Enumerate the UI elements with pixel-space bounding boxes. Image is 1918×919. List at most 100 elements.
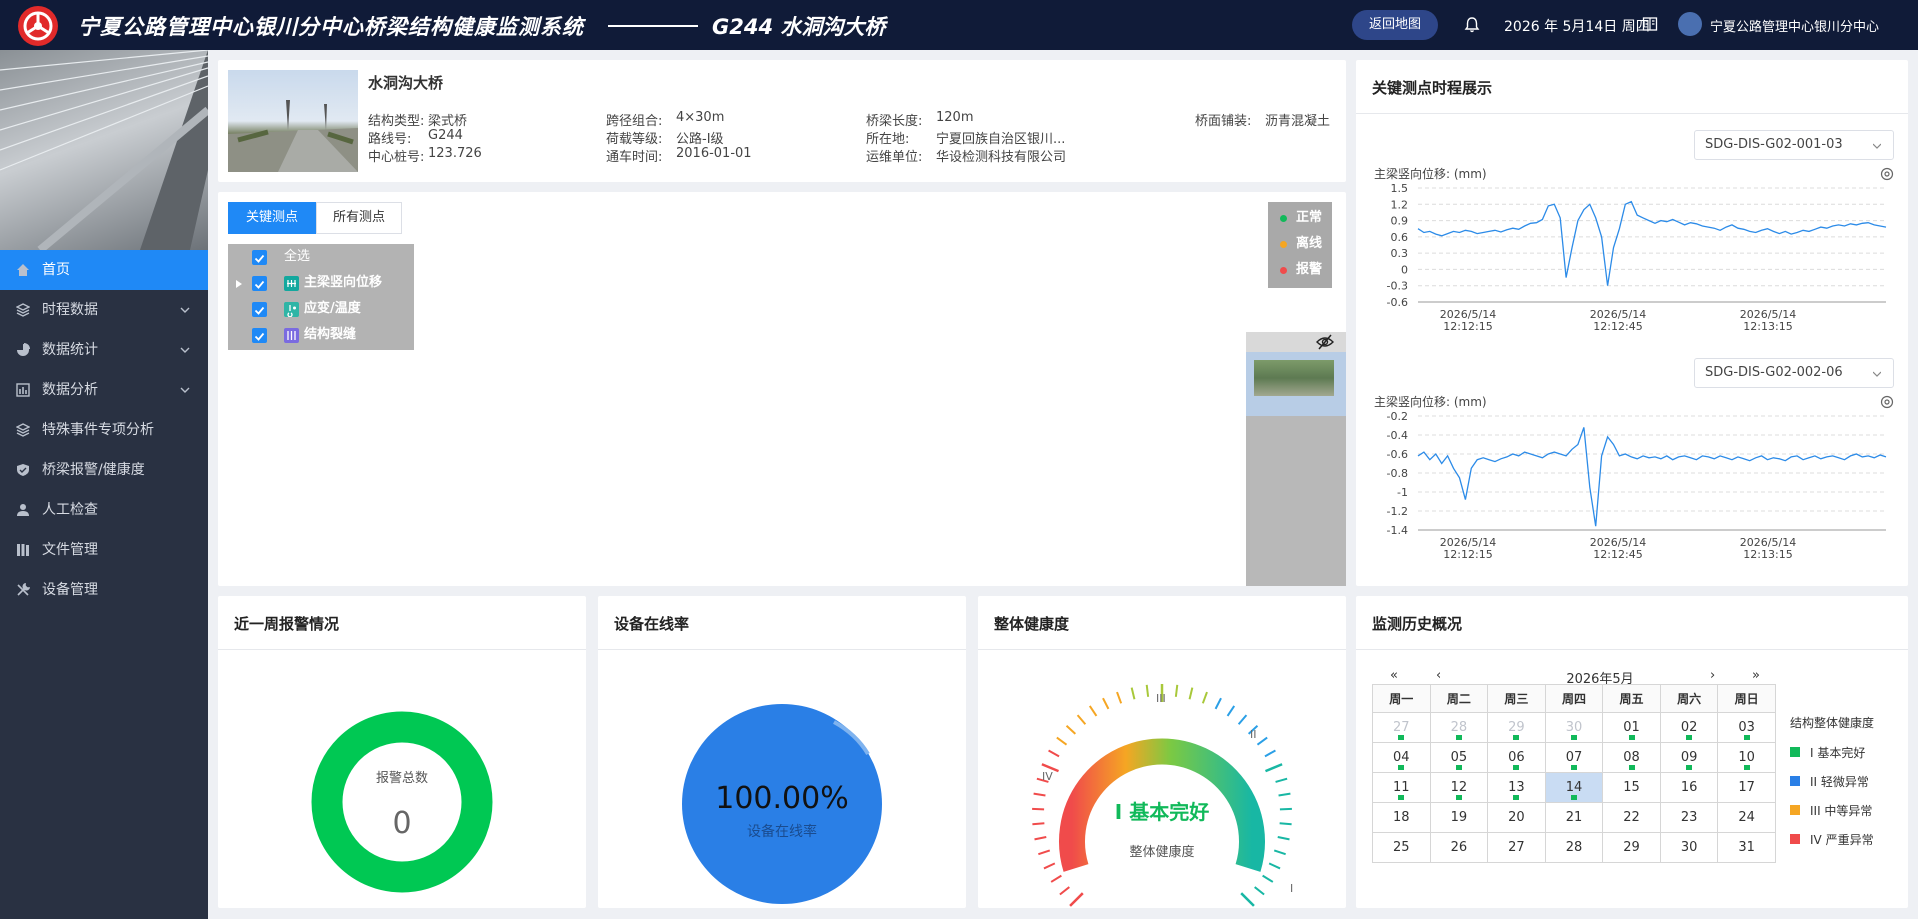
calendar-day[interactable]: 30 [1544, 712, 1604, 743]
calendar-day[interactable]: 18 [1372, 802, 1431, 833]
y-tick-label: -0.6 [1387, 448, 1408, 461]
calendar-day[interactable]: 26 [1429, 832, 1489, 863]
checkbox-checked-icon[interactable] [252, 250, 267, 265]
calendar-day[interactable]: 11 [1372, 772, 1431, 803]
calendar-day[interactable]: 10 [1717, 742, 1776, 773]
next-month-button[interactable]: › [1710, 668, 1715, 683]
tools-icon [17, 583, 30, 596]
calendar-day[interactable]: 04 [1372, 742, 1431, 773]
calendar-day[interactable]: 02 [1659, 712, 1719, 743]
book-icon[interactable] [1642, 16, 1658, 32]
sensor-select-1[interactable]: SDG-DIS-G02-001-03 [1694, 130, 1894, 160]
gauge-tick [1069, 892, 1084, 907]
calendar-day[interactable]: 17 [1717, 772, 1776, 803]
displacement-chart-2: -0.2 -0.4 -0.6 -0.8 -1 -1.2 -1.4 2026/5/14 12:12… [1387, 410, 1887, 558]
calendar-day[interactable]: 31 [1717, 832, 1776, 863]
calendar-day[interactable]: 09 [1659, 742, 1719, 773]
online-label: 设备在线率 [747, 823, 817, 840]
prev-month-button[interactable]: ‹ [1436, 668, 1441, 683]
system-title: 宁夏公路管理中心银川分中心桥梁结构健康监测系统 [78, 15, 584, 39]
y-tick-label: 0.3 [1391, 247, 1409, 260]
sensor-select-2[interactable]: SDG-DIS-G02-002-06 [1694, 358, 1894, 388]
eye-off-icon[interactable] [1316, 334, 1334, 350]
gauge-tick [1130, 687, 1136, 700]
calendar-day[interactable]: 25 [1372, 832, 1431, 863]
calendar-day[interactable]: 06 [1487, 742, 1546, 773]
next-year-button[interactable]: » [1752, 668, 1760, 683]
sidebar-item-3[interactable]: 数据统计 [0, 330, 208, 370]
calendar-day[interactable]: 29 [1602, 832, 1661, 863]
calendar-day[interactable]: 28 [1429, 712, 1489, 743]
gauge-tick [1277, 836, 1290, 841]
calendar-day[interactable]: 30 [1659, 832, 1719, 863]
calendar-day[interactable]: 14 [1544, 772, 1604, 803]
tab-key-points[interactable]: 关键测点 [228, 202, 316, 234]
settings-icon[interactable] [1880, 395, 1894, 409]
checkbox-checked-icon[interactable] [252, 276, 267, 291]
sidebar-item-9[interactable]: 设备管理 [0, 570, 208, 610]
prev-year-button[interactable]: « [1390, 668, 1398, 683]
top-header: 宁夏公路管理中心银川分中心桥梁结构健康监测系统 G244 水洞沟大桥 返回地图 … [0, 0, 1918, 50]
bell-icon[interactable] [1462, 15, 1482, 35]
calendar-day[interactable]: 19 [1429, 802, 1489, 833]
tree-select-all[interactable]: 全选 [228, 244, 414, 270]
info-value: 2016-01-01 [676, 146, 752, 161]
calendar-day[interactable]: 05 [1429, 742, 1489, 773]
chevron-down-icon [1873, 143, 1881, 149]
calendar-day[interactable]: 27 [1372, 712, 1431, 743]
sidebar-item-1[interactable]: 首页 [0, 250, 208, 290]
calendar-day[interactable]: 23 [1659, 802, 1719, 833]
monitor-point-panel: 关键测点 所有测点 全选 主梁竖向位移 应变/温度 结构裂缝 正常 离线 报警 [218, 192, 1346, 586]
calendar-day[interactable]: 16 [1659, 772, 1719, 803]
gauge-tick-iii: III [1156, 692, 1166, 705]
calendar-day[interactable]: 29 [1487, 712, 1546, 743]
gauge-tick [1038, 849, 1051, 856]
checkbox-checked-icon[interactable] [252, 328, 267, 343]
calendar-day[interactable]: 15 [1602, 772, 1661, 803]
calendar-day[interactable]: 22 [1602, 802, 1661, 833]
calendar-day[interactable]: 07 [1544, 742, 1604, 773]
info-value: 4×30m [676, 110, 725, 125]
calendar-day[interactable]: 28 [1544, 832, 1604, 863]
calendar-day[interactable]: 03 [1717, 712, 1776, 743]
tree-item-vertical-displacement[interactable]: 主梁竖向位移 [228, 270, 414, 296]
calendar-day[interactable]: 21 [1544, 802, 1604, 833]
bridge-name: 水洞沟大桥 [368, 74, 444, 92]
calendar-day[interactable]: 24 [1717, 802, 1776, 833]
sidebar-item-4[interactable]: 数据分析 [0, 370, 208, 410]
org-name[interactable]: 宁夏公路管理中心银川分中心 [1710, 16, 1879, 35]
site-photo-thumbnail[interactable] [1254, 360, 1334, 396]
calendar-day[interactable]: 13 [1487, 772, 1546, 803]
sidebar-item-label: 设备管理 [42, 582, 98, 598]
chevron-down-icon [180, 347, 190, 353]
sidebar-item-6[interactable]: 桥梁报警/健康度 [0, 450, 208, 490]
weekday-header: 周日 [1717, 684, 1776, 713]
checkbox-checked-icon[interactable] [252, 302, 267, 317]
calendar-week-row: 25 26 27 28 29 30 31 [1372, 832, 1776, 863]
tree-item-strain-temperature[interactable]: 应变/温度 [228, 296, 414, 322]
sidebar-item-5[interactable]: 特殊事件专项分析 [0, 410, 208, 450]
settings-icon[interactable] [1880, 167, 1894, 181]
back-to-map-button[interactable]: 返回地图 [1352, 10, 1438, 40]
org-avatar[interactable] [1678, 12, 1702, 36]
info-label: 跨径组合: [606, 114, 663, 129]
displacement-chart-1: 1.5 1.2 0.9 0.6 0.3 0 -0.3 -0.6 2026/5/14 12:12:1… [1387, 182, 1887, 330]
tree-item-structural-crack[interactable]: 结构裂缝 [228, 322, 414, 348]
tab-all-points[interactable]: 所有测点 [316, 202, 402, 234]
caret-right-icon[interactable] [236, 280, 242, 288]
sidebar-item-7[interactable]: 人工检查 [0, 490, 208, 530]
calendar-day[interactable]: 20 [1487, 802, 1546, 833]
calendar-day[interactable]: 08 [1602, 742, 1661, 773]
sidebar-item-2[interactable]: 时程数据 [0, 290, 208, 330]
calendar-day[interactable]: 01 [1602, 712, 1661, 743]
calendar-day[interactable]: 12 [1429, 772, 1489, 803]
info-value: 沥青混凝土 [1265, 114, 1331, 129]
sidebar-item-label: 数据分析 [42, 382, 98, 398]
info-label: 路线号: [368, 132, 412, 147]
sidebar-item-8[interactable]: 文件管理 [0, 530, 208, 570]
weekday-header: 周六 [1659, 684, 1719, 713]
health-legend-title: 结构整体健康度 [1790, 716, 1875, 730]
calendar-day[interactable]: 27 [1487, 832, 1546, 863]
bridge-banner-image [0, 50, 208, 250]
gauge-tick [1056, 736, 1068, 746]
